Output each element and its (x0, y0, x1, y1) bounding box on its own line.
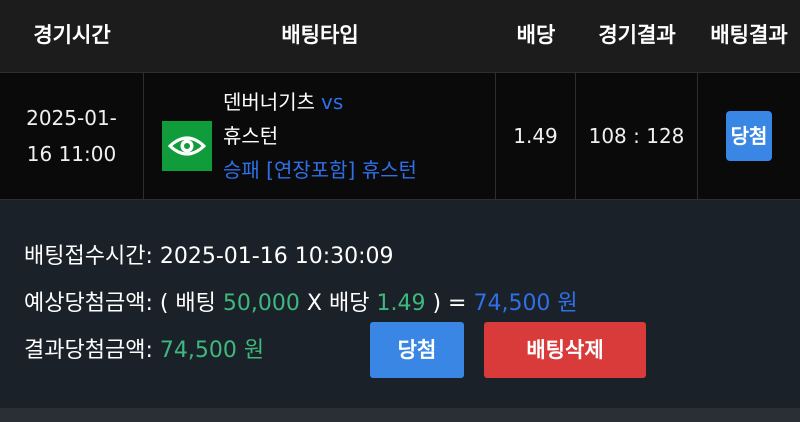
expected-label: 예상당첨금액: (24, 291, 153, 316)
header-bet-result: 배팅결과 (710, 23, 788, 47)
game-time: 2025-01-16 11:00 (26, 106, 117, 166)
expected-value: 74,500 원 (473, 291, 578, 316)
delete-bet-button[interactable]: 배팅삭제 (484, 322, 646, 378)
close-paren-eq: ) = (432, 291, 467, 316)
result-value: 74,500 원 (159, 338, 265, 363)
eye-icon (162, 121, 212, 171)
result-badge: 당첨 (726, 111, 772, 161)
cell-time: 2025-01-16 11:00 (0, 73, 144, 199)
win-button[interactable]: 당첨 (370, 322, 464, 378)
accept-time-label: 배팅접수시간: (24, 244, 153, 269)
bet-history-page: 경기시간 배팅타입 배당 경기결과 배팅결과 2025-01-16 11:00 (0, 0, 800, 422)
cell-bet-type: 덴버너기츠 vs 휴스턴 승패 [연장포함] 휴스턴 (144, 73, 496, 199)
header-time: 경기시간 (33, 23, 111, 47)
header-odds: 배당 (516, 23, 556, 47)
expected-win-line: 예상당첨금액: ( 배팅 50,000 X 배당 1.49 ) = 74,500… (24, 285, 578, 317)
accept-time-value: 2025-01-16 10:30:09 (159, 244, 394, 269)
open-paren: ( 배팅 (159, 291, 216, 316)
cell-odds: 1.49 (496, 73, 576, 199)
result-label: 결과당첨금액: (24, 338, 153, 363)
odds-value: 1.49 (513, 124, 558, 148)
header-bet-type: 배팅타입 (281, 23, 359, 47)
cell-bet-result: 당첨 (698, 73, 800, 199)
bet-type-lines: 덴버너기츠 vs 휴스턴 승패 [연장포함] 휴스턴 (223, 85, 417, 187)
table-row: 2025-01-16 11:00 덴버너기츠 vs 휴스턴 승패 [연장포함] … (0, 72, 800, 200)
accept-time-line: 배팅접수시간: 2025-01-16 10:30:09 (24, 238, 394, 270)
header-game-result: 경기결과 (598, 23, 676, 47)
bottom-divider (0, 408, 800, 422)
expected-odds: 1.49 (376, 291, 426, 316)
result-win-line: 결과당첨금액: 74,500 원 (24, 332, 264, 364)
match-line: 덴버너기츠 vs (223, 85, 417, 119)
cell-game-result: 108 : 128 (576, 73, 698, 199)
vs-label: vs (321, 90, 344, 114)
table-header: 경기시간 배팅타입 배당 경기결과 배팅결과 (0, 0, 800, 72)
home-team: 덴버너기츠 (223, 90, 315, 114)
bet-selection: 승패 [연장포함] 휴스턴 (223, 158, 417, 182)
game-score: 108 : 128 (588, 124, 685, 148)
times-odds: X 배당 (306, 291, 370, 316)
away-team: 휴스턴 (223, 124, 279, 148)
stake-amount: 50,000 (222, 291, 300, 316)
